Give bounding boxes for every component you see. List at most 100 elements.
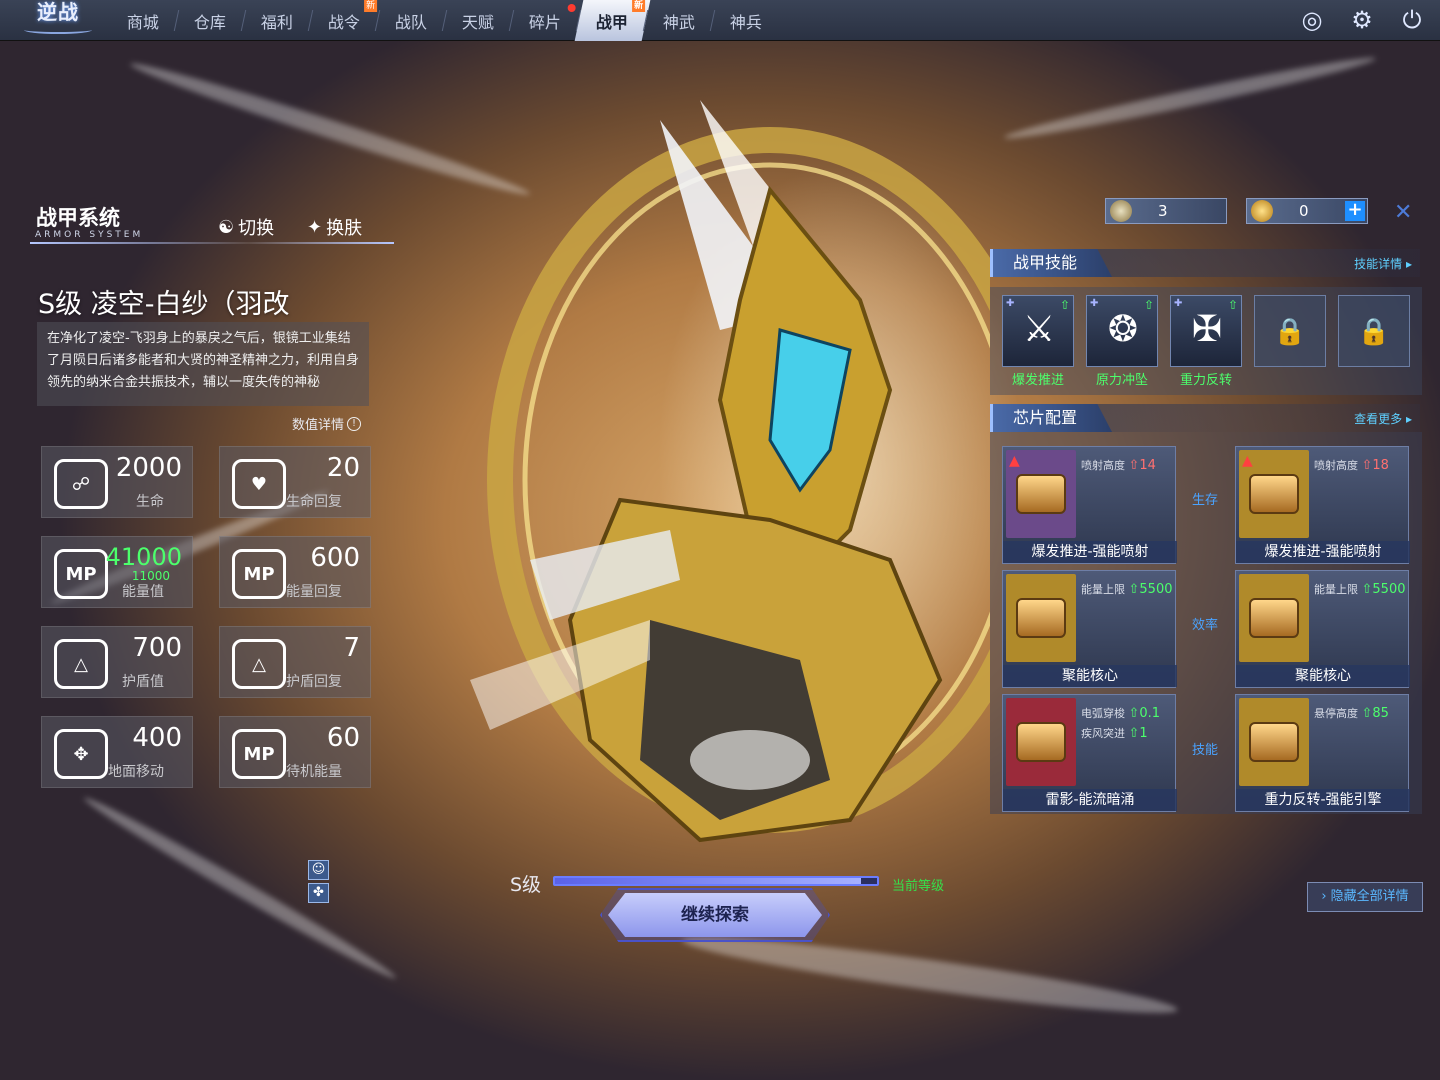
chip-attr-label: 悬停高度 (1314, 707, 1358, 720)
nav-tab-0[interactable]: 商城 (106, 0, 182, 41)
upgrade-arrow-icon: ⇧ (1143, 298, 1154, 312)
stat-card: ✥ 400 地面移动 (41, 716, 193, 788)
plus-icon: ✚ (1006, 298, 1015, 309)
add-currency-button[interactable]: + (1345, 201, 1365, 221)
close-icon[interactable]: ✕ (1394, 200, 1412, 225)
nav-tab-8[interactable]: 神武 (642, 0, 718, 41)
top-navigation-bar: 逆战 商城 仓库 福利 战令新战队 天赋 碎片 战甲新神武 神兵 ◎ ⚙ ⏻ (0, 0, 1440, 41)
nav-tab-label: 碎片 (529, 12, 562, 32)
power-icon[interactable]: ⏻ (1398, 6, 1426, 34)
stat-label: 能量值 (122, 584, 164, 600)
current-level-label: 当前等级 (892, 879, 945, 894)
nav-tab-1[interactable]: 仓库 (173, 0, 249, 41)
chip-name: 爆发推进-强能喷射 (1236, 541, 1410, 563)
chip-attr-value: 0.1 (1139, 706, 1161, 721)
nav-tab-5[interactable]: 天赋 (441, 0, 517, 41)
chip-name: 爆发推进-强能喷射 (1003, 541, 1177, 563)
new-badge: 新 (632, 0, 646, 12)
nav-tab-4[interactable]: 战队 (374, 0, 450, 41)
chip-card[interactable]: 能量上限 ⇧5500 聚能核心 (1235, 570, 1410, 688)
chip-name: 聚能核心 (1003, 665, 1177, 687)
nav-tab-6[interactable]: 碎片 (508, 0, 584, 41)
chip-card[interactable]: 电弧穿梭 ⇧0.1 疾风突进 ⇧1 雷影-能流暗涌 (1002, 694, 1177, 812)
chip-image (1239, 574, 1309, 662)
stat-label: 护盾回复 (286, 674, 342, 690)
chip-name: 重力反转-强能引擎 (1236, 789, 1410, 811)
new-badge: 新 (364, 0, 378, 12)
skills-section-title: 战甲技能 (990, 249, 1112, 277)
chip-attribute: 电弧穿梭 ⇧0.1 (1081, 706, 1161, 721)
chip-attr-label: 能量上限 (1081, 583, 1125, 596)
stat-card: △ 7 护盾回复 (219, 626, 371, 698)
armor-heart-icon: ☍ (54, 459, 108, 509)
nav-tab-label: 神兵 (730, 12, 763, 32)
chip-card[interactable]: 能量上限 ⇧5500 聚能核心 (1002, 570, 1177, 688)
skills-more-label: 技能详情 (1354, 257, 1403, 271)
plus-icon: ✚ (1174, 298, 1183, 309)
armor-figure (470, 100, 990, 843)
stat-label: 护盾值 (122, 674, 164, 690)
chip-image (1006, 574, 1076, 662)
silver-currency: 3 (1105, 198, 1227, 224)
nav-tab-label: 战令 (328, 12, 361, 32)
locked-skill-slot[interactable]: 🔒 (1254, 295, 1326, 367)
info-icon: ! (347, 416, 362, 431)
chip-name: 雷影-能流暗涌 (1003, 789, 1177, 811)
stat-label: 生命回复 (286, 494, 342, 510)
boost-icon: ⚔ (1022, 309, 1056, 350)
chip-attribute: 疾风突进 ⇧1 (1081, 726, 1148, 741)
radar-icon[interactable]: ◎ (1298, 6, 1326, 34)
chips-more-link[interactable]: 查看更多 ▸ (1354, 410, 1412, 427)
gear-icon[interactable]: ⚙ (1348, 6, 1376, 34)
nav-tab-label: 天赋 (462, 12, 495, 32)
stat-value: 400 (132, 723, 182, 753)
skill-slot[interactable]: ✚ ⇧ ⚔ (1002, 295, 1074, 367)
switch-label: 切换 (238, 218, 275, 239)
chip-attribute: 能量上限 ⇧5500 (1314, 582, 1406, 597)
chip-card[interactable]: 悬停高度 ⇧85 重力反转-强能引擎 (1235, 694, 1410, 812)
chip-attr-value: 85 (1372, 706, 1389, 721)
emote-smile-icon[interactable]: ☺ (308, 860, 329, 880)
nav-tab-label: 仓库 (194, 12, 227, 32)
armor-grade: S级 (510, 874, 542, 896)
system-divider (30, 242, 394, 244)
stat-value: 20 (326, 453, 360, 483)
nav-tab-7[interactable]: 战甲新 (574, 0, 651, 41)
stat-details-link[interactable]: 数值详情 ! (292, 414, 362, 433)
warning-icon: ▲ (1242, 453, 1253, 469)
nav-tab-2[interactable]: 福利 (240, 0, 316, 41)
stat-value: 60 (326, 723, 360, 753)
nav-tab-3[interactable]: 战令新 (307, 0, 383, 41)
armor-description: 在净化了凌空-飞羽身上的暴戾之气后，银镜工业集结了月陨日后诸多能者和大贤的神圣精… (37, 322, 369, 406)
chip-attr-label: 能量上限 (1314, 583, 1358, 596)
skills-panel: ✚ ⇧ ⚔ 爆发推进 ✚ ⇧ ❂ 原力冲坠 ✚ ⇧ ✠ 重力反转 🔒 🔒 (990, 287, 1422, 395)
skills-more-link[interactable]: 技能详情 ▸ (1354, 255, 1412, 272)
hide-all-details-button[interactable]: › 隐藏全部详情 (1307, 882, 1423, 912)
chip-card[interactable]: ▲ 喷射高度 ⇧14 爆发推进-强能喷射 (1002, 446, 1177, 564)
switch-armor-button[interactable]: ☯ 切换 (218, 214, 274, 240)
stat-value: 2000 (115, 453, 182, 483)
continue-explore-button[interactable]: 继续探索 (608, 893, 822, 937)
chip-card[interactable]: ▲ 喷射高度 ⇧18 爆发推进-强能喷射 (1235, 446, 1410, 564)
skill-slot[interactable]: ✚ ⇧ ✠ (1170, 295, 1242, 367)
gold-coin-icon (1251, 200, 1273, 222)
notification-dot (567, 4, 576, 12)
chip-module-icon (1249, 598, 1299, 638)
chip-name: 聚能核心 (1236, 665, 1410, 687)
stat-label: 生命 (136, 494, 164, 510)
system-title: 战甲系统 (36, 206, 120, 230)
chip-attribute: 能量上限 ⇧5500 (1081, 582, 1173, 597)
gold-amount: 0 (1299, 202, 1309, 220)
change-skin-button[interactable]: ✦ 换肤 (307, 214, 362, 240)
chip-attribute: 悬停高度 ⇧85 (1314, 706, 1389, 721)
stat-value: 700 (132, 633, 182, 663)
system-subtitle: ARMOR SYSTEM (35, 230, 144, 240)
emote-pose-icon[interactable]: ✤ (308, 883, 329, 903)
gold-currency: 0 + (1246, 198, 1368, 224)
skills-section-header: 战甲技能 技能详情 ▸ (990, 249, 1420, 277)
locked-skill-slot[interactable]: 🔒 (1338, 295, 1410, 367)
gravity-icon: ✠ (1191, 309, 1223, 350)
nav-tab-9[interactable]: 神兵 (709, 0, 785, 41)
skill-name: 爆发推进 (1011, 373, 1064, 388)
skill-slot[interactable]: ✚ ⇧ ❂ (1086, 295, 1158, 367)
